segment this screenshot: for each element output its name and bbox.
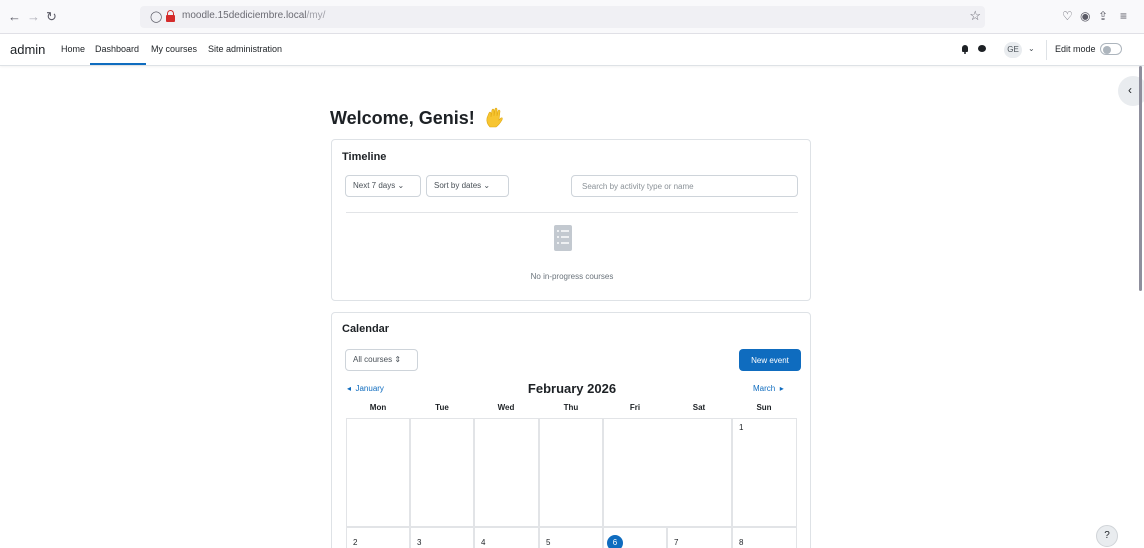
calendar-course-select[interactable]: All courses ⇕: [345, 349, 418, 371]
chevron-down-icon[interactable]: ⌄: [1028, 44, 1035, 53]
url-path: /my/: [306, 10, 326, 21]
calendar-day-cell-empty: [346, 418, 410, 527]
timeline-title: Timeline: [342, 151, 387, 163]
calendar-month-title: February 2026: [527, 381, 617, 396]
empty-courses-icon: [554, 225, 572, 251]
chevron-down-icon: ⌄: [483, 181, 491, 190]
day-header-wed: Wed: [497, 403, 515, 412]
timeline-day-filter-label: Next 7 days: [353, 181, 396, 190]
messages-chat-icon[interactable]: [978, 45, 986, 52]
insecure-lock-icon[interactable]: [166, 10, 175, 22]
calendar-day-cell-empty: [539, 418, 603, 527]
question-icon: ?: [1104, 530, 1110, 541]
day-header-fri: Fri: [629, 403, 641, 412]
today-day-number: 6: [607, 535, 623, 548]
timeline-empty-message: No in-progress courses: [530, 272, 614, 281]
notifications-bell-icon[interactable]: [961, 44, 969, 54]
next-month-link[interactable]: March ▸: [753, 384, 784, 393]
calendar-title: Calendar: [342, 323, 390, 335]
day-header-thu: Thu: [563, 403, 579, 412]
calendar-day-cell-empty: [410, 418, 474, 527]
page-title: Welcome, Genis!: [330, 108, 475, 128]
nav-link-site-administration[interactable]: Site administration: [208, 44, 282, 54]
menu-icon[interactable]: ≡: [1120, 9, 1127, 23]
day-header-sun: Sun: [756, 403, 772, 412]
waving-hand-icon: [486, 107, 503, 128]
calendar-day-cell[interactable]: 8: [732, 527, 797, 548]
calendar-day-cell[interactable]: 7: [667, 527, 732, 548]
nav-link-dashboard[interactable]: Dashboard: [95, 44, 139, 54]
tracking-shield-icon[interactable]: ◯: [150, 10, 162, 23]
calendar-day-cell[interactable]: 4: [474, 527, 539, 548]
user-avatar[interactable]: GE: [1004, 42, 1022, 58]
caret-right-icon: ▸: [779, 384, 784, 393]
nav-link-my-courses[interactable]: My courses: [151, 44, 197, 54]
pocket-icon[interactable]: ♡: [1062, 9, 1073, 23]
day-number: 1: [739, 423, 744, 432]
timeline-divider: [346, 212, 798, 213]
help-button[interactable]: ?: [1096, 525, 1118, 547]
day-number: 3: [417, 538, 422, 547]
day-header-sat: Sat: [692, 403, 706, 412]
url-text: moodle.15dediciembre.local/my/: [182, 10, 325, 21]
day-header-mon: Mon: [369, 403, 387, 412]
page-scrollbar[interactable]: [1139, 66, 1142, 291]
site-navbar: admin Home Dashboard My courses Site adm…: [0, 34, 1144, 66]
active-nav-indicator: [90, 63, 146, 65]
calendar-day-cell-empty: [603, 418, 732, 527]
forward-icon[interactable]: →: [27, 9, 40, 25]
calendar-day-cell[interactable]: 3: [410, 527, 474, 548]
bookmark-star-icon[interactable]: ☆: [969, 8, 981, 24]
chevron-down-icon: ⌄: [397, 181, 405, 190]
day-header-tue: Tue: [435, 403, 449, 412]
browser-toolbar: ← → ↻ ◯ moodle.15dediciembre.local/my/ ☆…: [0, 0, 1144, 34]
calendar-day-cell-today[interactable]: 6: [603, 527, 667, 548]
url-host: moodle.15dediciembre.local: [182, 10, 307, 21]
calendar-day-cell[interactable]: 1: [732, 418, 797, 527]
reload-icon[interactable]: ↻: [46, 9, 57, 25]
new-event-button[interactable]: New event: [739, 349, 801, 371]
edit-mode-toggle[interactable]: [1100, 43, 1122, 55]
calendar-day-cell[interactable]: 2: [346, 527, 410, 548]
sort-arrows-icon: ⇕: [394, 355, 402, 364]
calendar-month-grid: Mon Tue Wed Thu Fri Sat Sun 1 2 3 4 5 6 …: [346, 401, 797, 548]
day-number: 5: [546, 538, 551, 547]
account-icon[interactable]: ◉: [1080, 9, 1090, 23]
chevron-left-icon: ‹: [1128, 83, 1132, 97]
timeline-search-input[interactable]: [571, 175, 798, 197]
navbar-divider: [1046, 40, 1047, 60]
day-number: 2: [353, 538, 358, 547]
edit-mode-label: Edit mode: [1055, 44, 1096, 54]
nav-link-home[interactable]: Home: [61, 44, 85, 54]
calendar-day-cell-empty: [474, 418, 539, 527]
timeline-day-filter[interactable]: Next 7 days ⌄: [345, 175, 421, 197]
toggle-knob: [1103, 45, 1111, 54]
next-month-label: March: [753, 384, 776, 393]
day-number: 4: [481, 538, 486, 547]
calendar-block: Calendar All courses ⇕ New event ◂ Janua…: [331, 312, 811, 548]
calendar-course-select-label: All courses: [353, 355, 393, 364]
address-bar[interactable]: ◯ moodle.15dediciembre.local/my/ ☆: [140, 6, 985, 28]
extensions-icon[interactable]: ⇪: [1098, 9, 1108, 23]
day-number: 8: [739, 538, 744, 547]
day-number: 7: [674, 538, 679, 547]
timeline-block: Timeline Next 7 days ⌄ Sort by dates ⌄ N…: [331, 139, 811, 301]
timeline-sort-label: Sort by dates: [434, 181, 482, 190]
timeline-sort-dropdown[interactable]: Sort by dates ⌄: [426, 175, 509, 197]
back-icon[interactable]: ←: [8, 9, 21, 25]
site-brand[interactable]: admin: [10, 42, 45, 57]
calendar-day-cell[interactable]: 5: [539, 527, 603, 548]
